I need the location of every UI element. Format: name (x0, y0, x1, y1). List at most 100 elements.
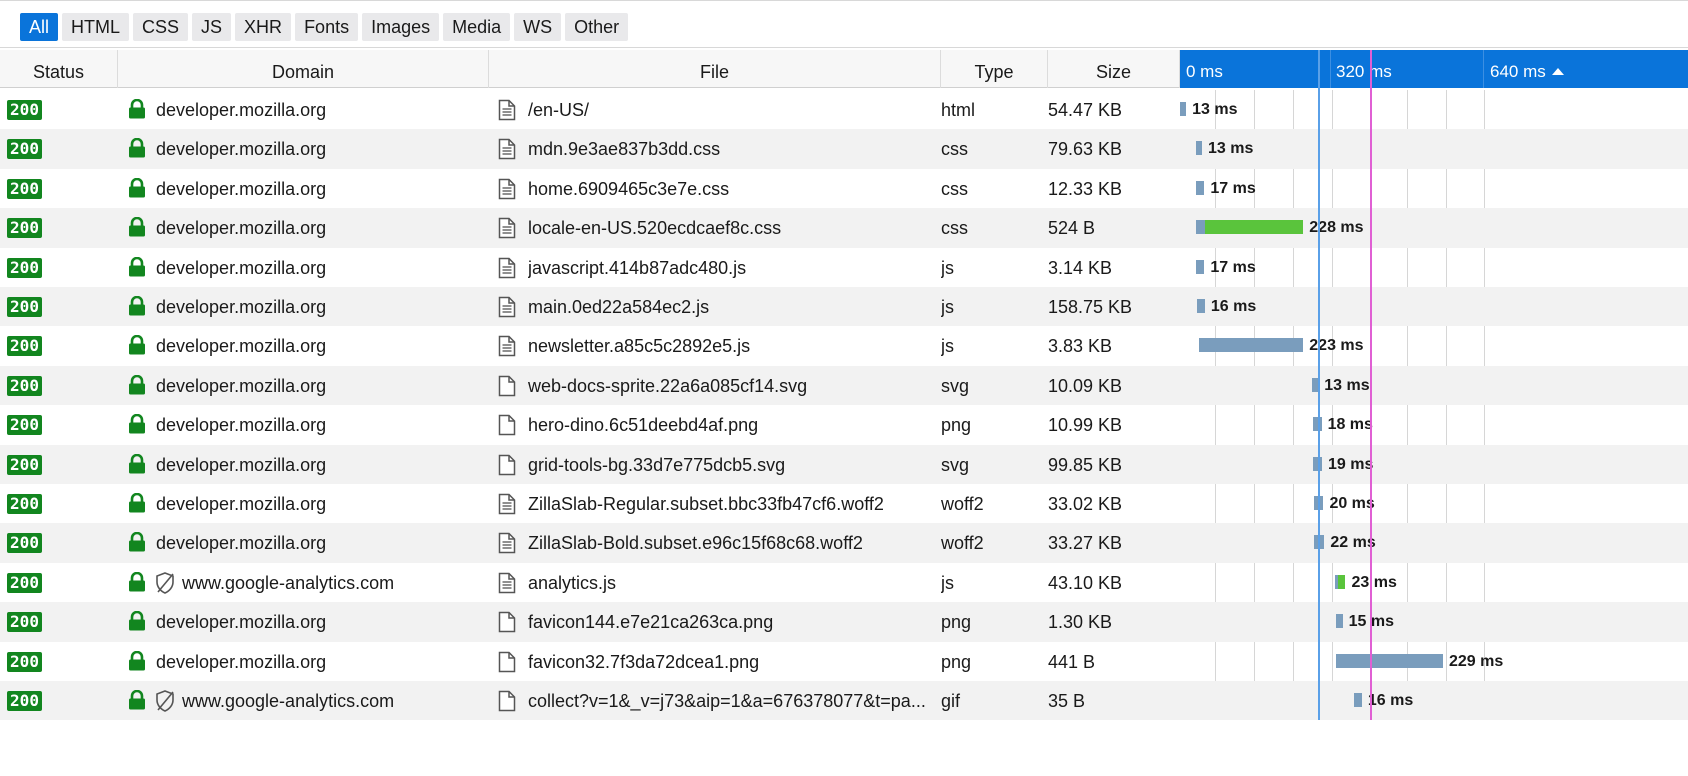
blank-file-icon (498, 651, 516, 673)
domain-cell: developer.mozilla.org (156, 454, 327, 475)
request-row[interactable]: 200 developer.mozilla.org home.6909465c3e7… (0, 169, 1688, 208)
request-row[interactable]: 200 developer.mozilla.org ZillaSlab-Bold.s… (0, 523, 1688, 563)
filter-buttons: All HTML CSS JS XHR Fonts Images Media WS Other (20, 13, 629, 41)
filter-button-html[interactable]: HTML (62, 13, 130, 41)
tracking-protection-icon (155, 571, 175, 594)
timing-bar-receiving (1204, 220, 1304, 235)
domain-cell: www.google-analytics.com (182, 691, 395, 711)
doc-icon (498, 257, 516, 279)
filter-button-media[interactable]: Media (443, 13, 511, 41)
lock-icon (128, 216, 146, 237)
timing-label: 13 ms (1192, 101, 1238, 118)
domain-cell: developer.mozilla.org (156, 612, 327, 633)
timing-bar-waiting (1196, 220, 1205, 235)
size-cell: 33.27 KB (1048, 533, 1123, 554)
file-cell: analytics.js (528, 572, 617, 593)
blank-file-icon (498, 375, 516, 397)
request-row[interactable]: 200 developer.mozilla.org grid-tools-bg.33… (0, 444, 1688, 484)
filter-button-js[interactable]: JS (192, 13, 232, 41)
request-row[interactable]: 200 developer.mozilla.org favicon32.7f3da7… (0, 642, 1688, 681)
request-row[interactable]: 200 developer.mozilla.org favicon144.e7e21… (0, 602, 1688, 642)
timing-bar (1335, 614, 1343, 629)
timing-bar (1196, 259, 1205, 274)
size-cell: 99.85 KB (1048, 454, 1123, 475)
filter-button-css[interactable]: CSS (133, 13, 189, 41)
filter-button-images[interactable]: Images (362, 13, 440, 41)
status-code-badge: 200 (7, 691, 42, 711)
request-row[interactable]: 200 developer.mozilla.org main.0ed22a584ec… (0, 287, 1688, 327)
lock-icon (128, 453, 146, 474)
request-row[interactable]: 200 developer.mozilla.org newsletter.a85c5… (0, 326, 1688, 365)
request-row[interactable]: 200 developer.mozilla.org locale-en-US.520… (0, 208, 1688, 248)
size-cell: 54.47 KB (1048, 100, 1123, 120)
doc-icon (498, 178, 516, 200)
doc-icon (498, 296, 516, 318)
domain-cell: developer.mozilla.org (156, 336, 327, 357)
timing-bar (1335, 653, 1443, 668)
size-cell: 10.09 KB (1048, 375, 1123, 396)
type-cell: js (941, 336, 954, 357)
file-cell: /en-US/ (528, 100, 590, 120)
domain-cell: developer.mozilla.org (156, 533, 327, 554)
request-row[interactable]: 200 www.google-analytics.com analytics.js j… (0, 563, 1688, 602)
lock-icon (128, 571, 146, 592)
domain-cell: developer.mozilla.org (156, 415, 327, 436)
column-header-size[interactable]: Size (1048, 50, 1180, 88)
filter-button-other[interactable]: Other (565, 13, 629, 41)
column-header-domain[interactable]: Domain (118, 50, 489, 88)
status-code-badge: 200 (7, 218, 42, 239)
column-header-waterfall[interactable]: 0 ms 320 ms 640 ms (1180, 50, 1688, 88)
request-row[interactable]: 200 developer.mozilla.org/en-US/html 54.47… (0, 90, 1688, 129)
timing-label: 17 ms (1210, 179, 1256, 197)
timing-label: 13 ms (1324, 376, 1370, 394)
timing-bar (1197, 299, 1205, 313)
size-cell: 35 B (1048, 691, 1086, 711)
dom-content-loaded-marker (1318, 50, 1320, 720)
filter-button-xhr[interactable]: XHR (235, 13, 292, 41)
size-cell: 12.33 KB (1048, 178, 1123, 199)
file-cell: main.0ed22a584ec2.js (528, 297, 710, 317)
waterfall-tick-label: 640 ms (1490, 50, 1564, 94)
status-code-badge: 200 (7, 178, 42, 199)
timing-bar-waiting (1196, 180, 1205, 195)
timing-bar (1196, 220, 1304, 235)
type-cell: html (941, 100, 976, 120)
size-cell: 441 B (1048, 651, 1096, 672)
file-cell: mdn.9e3ae837b3dd.css (528, 139, 721, 160)
type-cell: css (941, 178, 968, 199)
column-header-file[interactable]: File (489, 50, 941, 88)
request-row[interactable]: 200 developer.mozilla.org web-docs-sprite.… (0, 365, 1688, 406)
request-row[interactable]: 200 developer.mozilla.org ZillaSlab-Regula… (0, 484, 1688, 523)
domain-cell: developer.mozilla.org (156, 375, 327, 396)
request-row[interactable]: 200 developer.mozilla.org javascript.414b8… (0, 248, 1688, 287)
type-cell: png (941, 651, 972, 672)
filter-button-all[interactable]: All (20, 13, 59, 41)
doc-icon (498, 335, 516, 357)
timing-bar (1354, 693, 1362, 707)
filter-button-ws[interactable]: WS (514, 13, 562, 41)
type-cell: css (941, 139, 968, 160)
column-header-type[interactable]: Type (941, 50, 1048, 88)
doc-icon (498, 99, 516, 121)
request-row[interactable]: 200 developer.mozilla.org hero-dino.6c51de… (0, 405, 1688, 444)
timing-bar-waiting (1197, 299, 1205, 313)
lock-icon (128, 610, 146, 631)
column-header-status[interactable]: Status (0, 50, 118, 88)
lock-icon (128, 689, 146, 710)
blank-file-icon (498, 690, 516, 712)
type-cell: png (941, 415, 972, 436)
filter-button-fonts[interactable]: Fonts (295, 13, 359, 41)
status-code-badge: 200 (7, 454, 42, 475)
request-row[interactable]: 200 developer.mozilla.org mdn.9e3ae837b3dd… (0, 129, 1688, 169)
status-code-badge: 200 (7, 100, 42, 120)
lock-icon (128, 335, 146, 355)
size-cell: 158.75 KB (1048, 297, 1133, 317)
sort-ascending-icon (1551, 68, 1564, 75)
timing-bar-waiting (1180, 102, 1187, 116)
timing-label: 16 ms (1367, 692, 1414, 709)
domain-cell: developer.mozilla.org (156, 494, 327, 514)
status-code-badge: 200 (7, 612, 42, 633)
doc-icon (498, 217, 516, 239)
request-row[interactable]: 200 www.google-analytics.com collect?v=1&_… (0, 681, 1688, 721)
status-code-badge: 200 (7, 139, 42, 160)
